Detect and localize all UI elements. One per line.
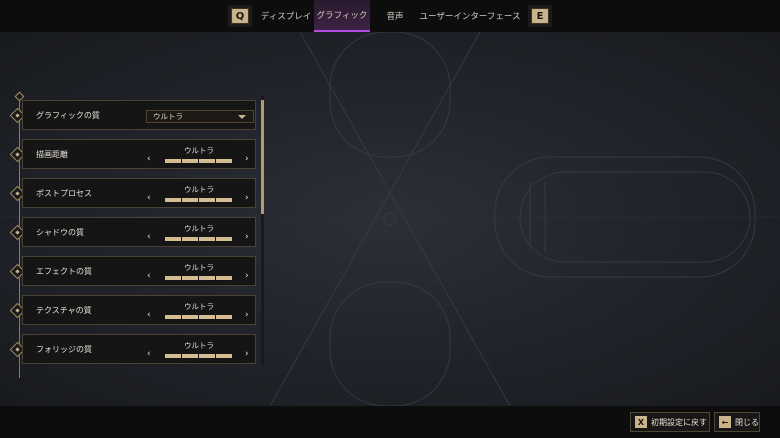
tab-graphics-label: グラフィック [316,11,368,21]
setting-label: エフェクトの質 [36,266,92,276]
x-key-icon: X [635,416,647,428]
level-indicator [165,237,232,241]
chevron-left-icon[interactable]: ‹ [147,194,151,203]
back-arrow-icon: ← [719,416,731,428]
tab-display[interactable]: ディスプレイ [258,0,314,32]
level-segment [165,276,181,280]
setting-value: ウルトラ [184,341,214,350]
level-segment [199,276,215,280]
chevron-right-icon[interactable]: › [245,311,249,320]
level-segment [165,354,181,358]
setting-value: ウルトラ [184,146,214,155]
level-segment [199,354,215,358]
setting-label: グラフィックの質 [36,110,100,120]
setting-label: テクスチャの質 [36,305,92,315]
level-indicator [165,354,232,358]
graphics-quality-dropdown[interactable]: ウルトラ [146,110,254,123]
next-tab-key-frame[interactable]: E [528,5,552,27]
level-segment [165,237,181,241]
level-indicator [165,198,232,202]
chevron-left-icon[interactable]: ‹ [147,155,151,164]
chevron-right-icon[interactable]: › [245,350,249,359]
setting-label: シャドウの質 [36,227,84,237]
tab-audio[interactable]: 音声 [378,0,412,32]
close-label: 閉じる [735,417,759,427]
chevron-left-icon[interactable]: ‹ [147,350,151,359]
level-segment [165,198,181,202]
level-segment [182,276,198,280]
dropdown-value: ウルトラ [153,112,183,121]
chevron-left-icon[interactable]: ‹ [147,311,151,320]
tab-user-interface-label: ユーザーインターフェース [419,12,521,22]
e-key-icon: E [531,8,549,24]
tab-graphics[interactable]: グラフィック [314,0,370,32]
q-key-icon: Q [231,8,249,24]
chevron-right-icon[interactable]: › [245,194,249,203]
level-segment [216,354,232,358]
settings-tab-bar: Q ディスプレイ グラフィック 音声 ユーザーインターフェース E [0,0,780,32]
setting-value: ウルトラ [184,224,214,233]
level-segment [216,198,232,202]
level-segment [165,315,181,319]
chevron-right-icon[interactable]: › [245,233,249,242]
setting-row-graphics-quality[interactable]: グラフィックの質 ウルトラ [22,100,256,130]
level-segment [182,159,198,163]
setting-row[interactable]: テクスチャの質 ウルトラ ‹ › [22,295,256,325]
scrollbar-thumb[interactable] [261,100,264,214]
tab-audio-label: 音声 [386,12,404,22]
level-segment [182,237,198,241]
prev-tab-key-frame[interactable]: Q [228,5,252,27]
level-segment [182,315,198,319]
level-segment [216,315,232,319]
setting-row[interactable]: 描画距離 ウルトラ ‹ › [22,139,256,169]
level-segment [199,315,215,319]
reset-defaults-button[interactable]: X 初期設定に戻す [630,412,710,432]
level-indicator [165,315,232,319]
level-segment [182,354,198,358]
reset-defaults-label: 初期設定に戻す [651,417,707,427]
chevron-right-icon[interactable]: › [245,155,249,164]
setting-row[interactable]: フォリッジの質 ウルトラ ‹ › [22,334,256,364]
level-indicator [165,159,232,163]
level-segment [216,159,232,163]
chevron-left-icon[interactable]: ‹ [147,272,151,281]
setting-row[interactable]: シャドウの質 ウルトラ ‹ › [22,217,256,247]
chevron-right-icon[interactable]: › [245,272,249,281]
setting-label: フォリッジの質 [36,344,92,354]
setting-value: ウルトラ [184,185,214,194]
level-segment [199,159,215,163]
close-button[interactable]: ← 閉じる [714,412,760,432]
tab-display-label: ディスプレイ [260,12,312,22]
setting-value: ウルトラ [184,263,214,272]
chevron-down-icon [238,115,246,119]
level-segment [216,276,232,280]
setting-row[interactable]: エフェクトの質 ウルトラ ‹ › [22,256,256,286]
setting-value: ウルトラ [184,302,214,311]
level-segment [165,159,181,163]
level-segment [199,237,215,241]
level-indicator [165,276,232,280]
level-segment [182,198,198,202]
setting-row[interactable]: ポストプロセス ウルトラ ‹ › [22,178,256,208]
level-segment [199,198,215,202]
chevron-left-icon[interactable]: ‹ [147,233,151,242]
level-segment [216,237,232,241]
tab-user-interface[interactable]: ユーザーインターフェース [418,0,522,32]
setting-label: 描画距離 [36,149,68,159]
setting-label: ポストプロセス [36,188,92,198]
